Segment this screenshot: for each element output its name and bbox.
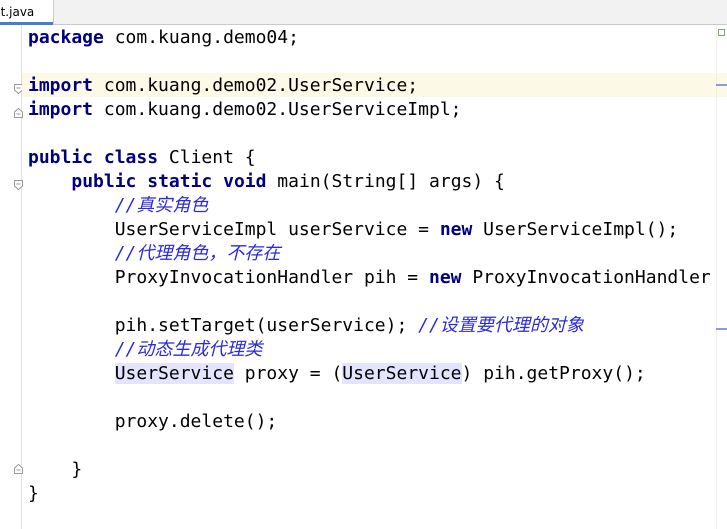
keyword: public (71, 171, 137, 192)
code-line: package com.kuang.demo04; (22, 25, 727, 49)
code-editor[interactable]: package com.kuang.demo04; import com.kua… (22, 25, 727, 529)
code-text: com.kuang.demo02.UserServiceImpl; (93, 99, 462, 120)
keyword: new (439, 219, 473, 240)
code-text: UserServiceImpl userService = (114, 219, 440, 240)
code-line: pih.setTarget(userService); //设置要代理的对象 (22, 313, 727, 337)
code-text: proxy = ( (233, 363, 343, 384)
code-line: UserServiceImpl userService = new UserSe… (22, 217, 727, 241)
tab-label: nt.java (0, 5, 35, 19)
keyword: import (28, 99, 94, 120)
ide-window: nt.java package com.kuang.demo04; import… (0, 0, 727, 529)
keyword: class (103, 147, 159, 168)
code-comment: //设置要代理的对象 (418, 315, 584, 336)
code-comment: //真实角色 (114, 195, 209, 216)
code-line: ProxyInvocationHandler pih = new ProxyIn… (22, 265, 727, 289)
keyword: static (147, 171, 213, 192)
keyword: public (28, 147, 94, 168)
tab-client-java[interactable]: nt.java (0, 0, 54, 25)
code-line: //代理角色，不存在 (22, 241, 727, 265)
usage-highlight: UserService (114, 363, 234, 384)
error-stripe-mark[interactable] (716, 328, 727, 330)
code-line: import com.kuang.demo02.UserServiceImpl; (22, 97, 727, 121)
code-line: } (22, 481, 727, 505)
code-line: public class Client { (22, 145, 727, 169)
error-stripe[interactable] (716, 25, 727, 529)
code-line: } (22, 457, 727, 481)
code-text: com.kuang.demo04; (103, 27, 299, 48)
error-stripe-mark[interactable] (716, 84, 727, 86)
keyword: import (28, 75, 94, 96)
code-line-current: import com.kuang.demo02.UserService; (22, 73, 727, 97)
inspection-status-icon[interactable] (718, 29, 725, 36)
editor-tab-bar: nt.java (0, 0, 727, 25)
code-line: //真实角色 (22, 193, 727, 217)
code-text: Client { (158, 147, 256, 168)
code-text: main(String[] args) { (266, 171, 505, 192)
editor-gutter (0, 25, 23, 529)
code-text: pih.setTarget(userService); (114, 315, 419, 336)
code-comment: //动态生成代理类 (114, 339, 263, 360)
code-text: ProxyInvocationHandler (461, 267, 711, 288)
keyword: new (428, 267, 462, 288)
code-text: ProxyInvocationHandler pih = (114, 267, 429, 288)
code-text: com.kuang.demo02.UserService; (93, 75, 419, 96)
usage-highlight: UserService (342, 363, 462, 384)
code-text: } (71, 459, 83, 480)
code-line: public static void main(String[] args) { (22, 169, 727, 193)
keyword: package (28, 27, 104, 48)
code-line: UserService proxy = (UserService) pih.ge… (22, 361, 727, 385)
code-comment: //代理角色，不存在 (114, 243, 281, 264)
code-text: } (28, 483, 39, 504)
keyword: void (223, 171, 267, 192)
code-text: ) pih.getProxy(); (461, 363, 646, 384)
code-text: UserServiceImpl(); (472, 219, 679, 240)
code-text: proxy.delete(); (114, 411, 278, 432)
code-line: proxy.delete(); (22, 409, 727, 433)
code-line: //动态生成代理类 (22, 337, 727, 361)
